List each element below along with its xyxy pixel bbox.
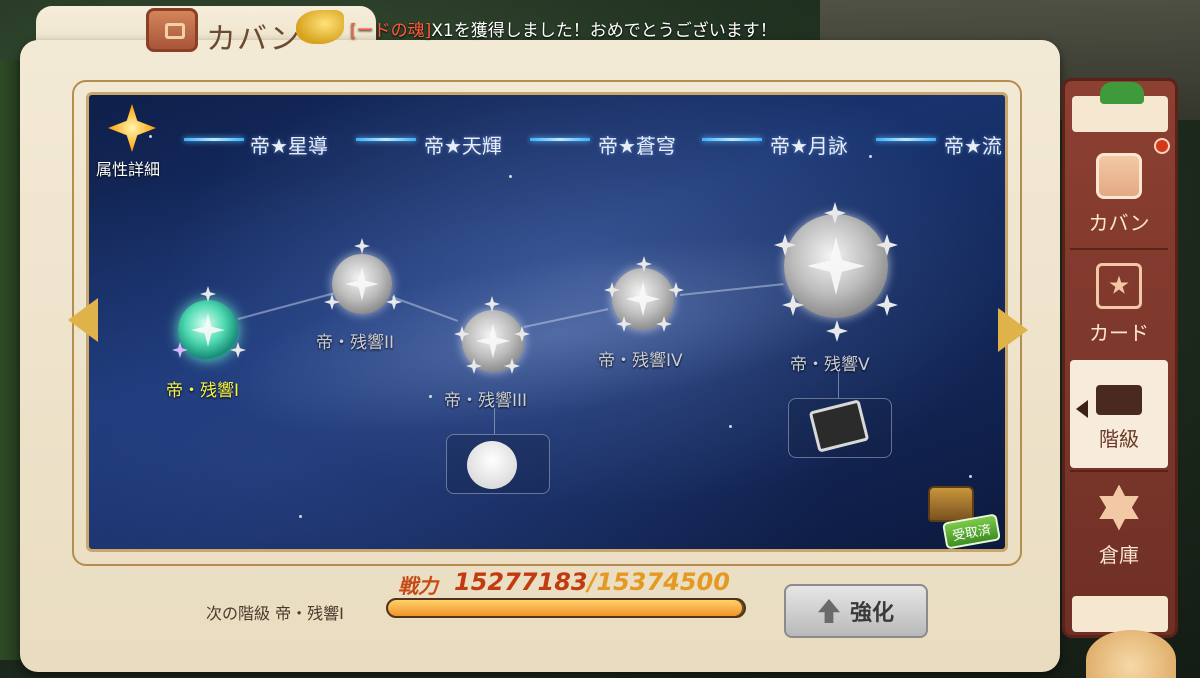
sidebar-item-label: カバン [1088, 210, 1150, 235]
power-max: /15374500 [587, 568, 730, 596]
tier-node-1[interactable] [178, 300, 238, 360]
enhance-button[interactable]: 強化 [784, 584, 928, 638]
next-tier-label: 次の階級 帝・残響I [206, 604, 344, 623]
tier-node-5[interactable] [784, 214, 888, 318]
tier-node-label-5: 帝・残響V [790, 355, 870, 375]
tier-node-label-1: 帝・残響I [166, 381, 240, 401]
tier-connector [356, 138, 416, 141]
sidebar-item-card[interactable]: カード [1070, 250, 1168, 358]
tier-node-label-4: 帝・残響IV [598, 351, 683, 371]
arrow-up-icon [817, 599, 840, 623]
page-title: カバン [206, 22, 301, 57]
sidebar-item-storage[interactable]: 倉庫 [1070, 472, 1168, 580]
tier-connector [702, 138, 762, 141]
prev-page-arrow-icon[interactable] [68, 298, 98, 342]
tier-tab-2[interactable]: 帝★天輝 [424, 130, 502, 159]
mascot-reward-icon [467, 441, 517, 489]
notice-item-name: [ードの魂] [350, 21, 432, 41]
card-reward-icon [808, 399, 870, 453]
bag-icon [146, 8, 198, 52]
sidebar-item-label: 倉庫 [1099, 542, 1139, 567]
tier-tab-5[interactable]: 帝★流 [944, 130, 1008, 159]
tier-tab-4[interactable]: 帝★月詠 [770, 130, 848, 159]
tier-node-2[interactable] [332, 254, 392, 314]
bag-icon [1096, 152, 1142, 199]
reward-connector [838, 372, 839, 398]
attribute-details-button[interactable]: 属性詳細 [92, 104, 172, 180]
sidebar-item-label: 階級 [1099, 426, 1139, 451]
power-label: 戦力 [398, 574, 438, 598]
tier-connector [530, 138, 590, 141]
compass-star-icon [108, 104, 156, 152]
tier-tab-1[interactable]: 帝★星導 [250, 130, 328, 159]
sidebar-item-label: カード [1089, 320, 1149, 345]
reward-connector [494, 408, 495, 434]
tier-node-3[interactable] [462, 310, 524, 372]
sidebar-bottom-ornament [1072, 596, 1168, 632]
system-notice: [ードの魂]X1を獲得しました！おめでとうございます！ [350, 16, 777, 41]
tier-connector [876, 138, 936, 141]
power-progress-fill [388, 600, 742, 616]
next-page-arrow-icon[interactable] [998, 308, 1028, 352]
ribbon-decoration [1100, 82, 1144, 104]
sidebar-item-bag[interactable]: カバン [1070, 140, 1168, 248]
reward-slot-5[interactable] [788, 398, 892, 458]
enhance-label: 強化 [849, 601, 894, 626]
scroll-icon [1096, 384, 1142, 415]
tier-node-label-2: 帝・残響II [316, 333, 395, 353]
attribute-details-label: 属性詳細 [96, 160, 161, 179]
treasure-chest-icon[interactable] [928, 486, 974, 522]
card-icon [1096, 262, 1142, 309]
power-value: 15277183/15374500 [454, 568, 730, 596]
power-current: 15277183 [454, 568, 588, 596]
notice-message: X1を獲得しました！おめでとうございます！ [431, 21, 777, 41]
tier-connector [184, 138, 244, 141]
reward-slot-3[interactable] [446, 434, 550, 494]
active-indicator-icon [1076, 400, 1088, 418]
tier-tab-3[interactable]: 帝★蒼穹 [598, 130, 676, 159]
hexagram-icon [1099, 484, 1139, 531]
horn-icon [296, 10, 344, 44]
tier-node-label-3: 帝・残響III [444, 391, 528, 411]
power-progress-bar [386, 598, 746, 618]
